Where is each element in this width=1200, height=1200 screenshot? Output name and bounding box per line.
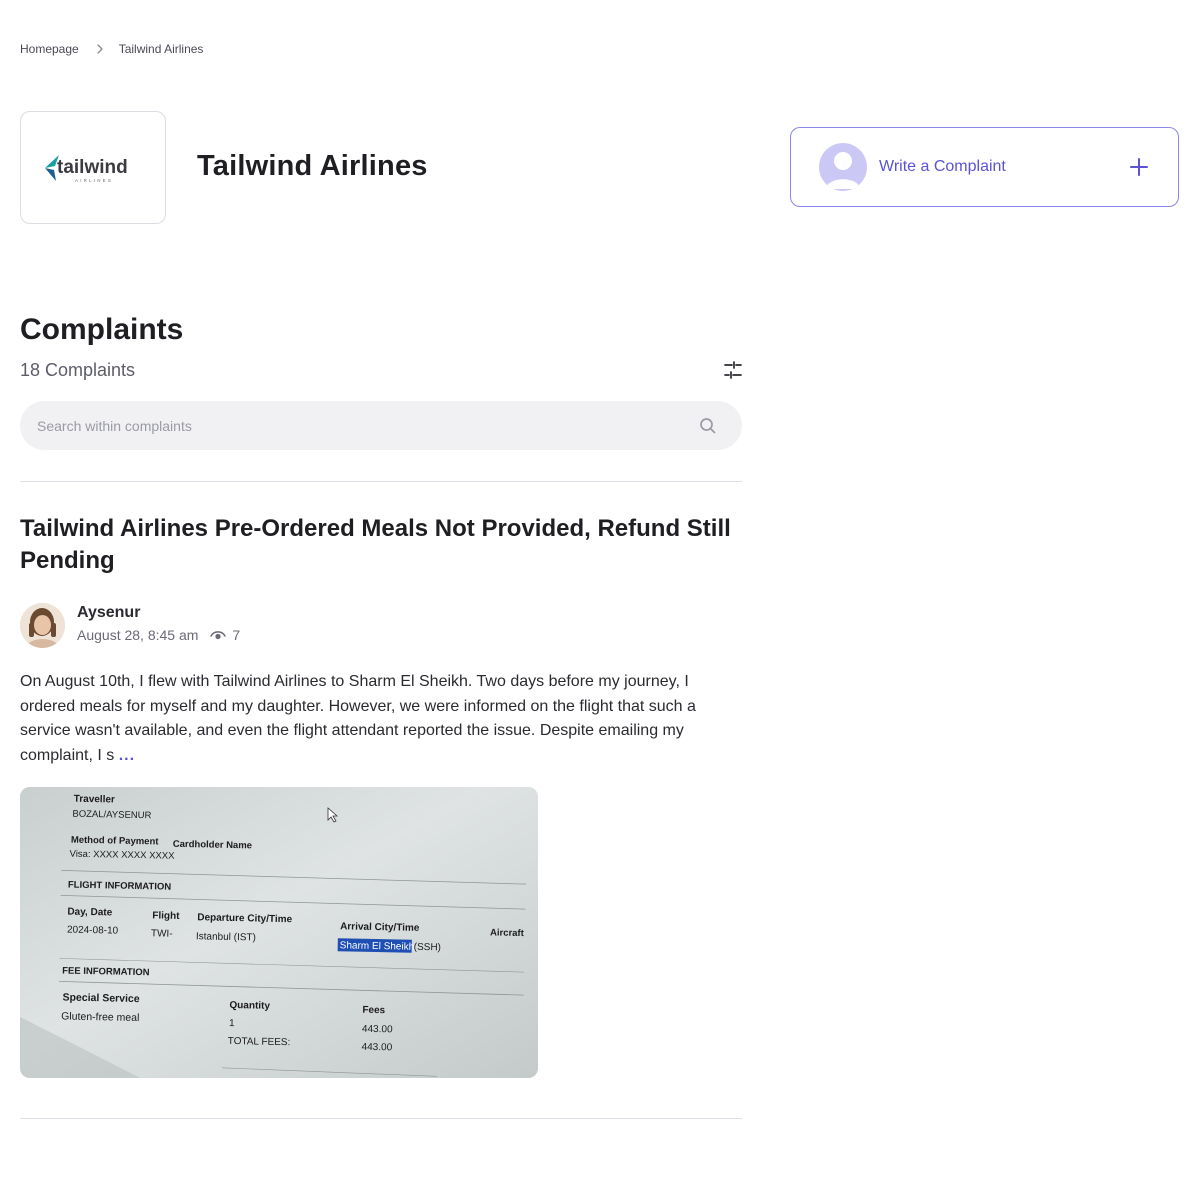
divider — [20, 481, 742, 482]
plus-icon — [1130, 158, 1148, 176]
svg-text:443.00: 443.00 — [362, 1024, 393, 1036]
complaint-meta: August 28, 8:45 am 7 — [77, 627, 240, 643]
breadcrumb-home-link[interactable]: Homepage — [20, 42, 79, 56]
search-bar — [20, 401, 742, 450]
brand-title: Tailwind Airlines — [197, 150, 428, 182]
svg-text:FEE INFORMATION: FEE INFORMATION — [62, 965, 150, 978]
svg-text:BOZAL/AYSENUR: BOZAL/AYSENUR — [72, 809, 151, 822]
svg-text:2024-08-10: 2024-08-10 — [67, 925, 119, 937]
divider — [20, 1118, 742, 1119]
sliders-icon[interactable] — [721, 358, 745, 382]
complaints-heading: Complaints — [20, 313, 184, 346]
complaint-title[interactable]: Tailwind Airlines Pre-Ordered Meals Not … — [20, 513, 742, 577]
complaint-attachment-image[interactable]: Traveller BOZAL/AYSENUR Method of Paymen… — [20, 787, 538, 1078]
search-input[interactable] — [37, 417, 698, 434]
breadcrumb: Homepage Tailwind Airlines — [20, 42, 203, 56]
svg-text:Visa: XXXX XXXX XXXX: Visa: XXXX XXXX XXXX — [69, 849, 175, 862]
svg-text:TWI-: TWI- — [151, 928, 173, 939]
svg-text:Cardholder Name: Cardholder Name — [173, 839, 252, 852]
read-more-button[interactable]: ... — [119, 747, 135, 764]
view-count: 7 — [232, 627, 241, 643]
svg-text:TOTAL FEES:: TOTAL FEES: — [228, 1036, 291, 1048]
svg-text:FLIGHT INFORMATION: FLIGHT INFORMATION — [68, 880, 172, 893]
chevron-right-icon — [97, 44, 103, 54]
breadcrumb-current: Tailwind Airlines — [118, 42, 204, 56]
complaints-count: 18 Complaints — [20, 360, 136, 380]
svg-text:Fees: Fees — [362, 1005, 385, 1016]
avatar[interactable] — [20, 603, 65, 648]
svg-text:Flight: Flight — [152, 910, 180, 922]
svg-text:Arrival City/Time: Arrival City/Time — [340, 921, 420, 934]
user-placeholder-icon — [819, 143, 867, 191]
svg-text:Gluten-free meal: Gluten-free meal — [61, 1010, 139, 1024]
svg-text:AIRLINES: AIRLINES — [75, 178, 113, 183]
tailwind-logo-icon: tailwind AIRLINES — [45, 154, 128, 183]
complaint-excerpt: On August 10th, I flew with Tailwind Air… — [20, 670, 742, 768]
svg-text:Departure City/Time: Departure City/Time — [197, 912, 292, 925]
svg-text:443.00: 443.00 — [361, 1042, 392, 1054]
brand-logo: tailwind AIRLINES — [20, 111, 166, 224]
svg-text:Special Service: Special Service — [62, 991, 139, 1005]
search-icon[interactable] — [698, 416, 718, 436]
svg-text:Traveller: Traveller — [74, 794, 115, 806]
author-name[interactable]: Aysenur — [77, 604, 140, 622]
complaint-date: August 28, 8:45 am — [77, 627, 199, 643]
svg-text:(SSH): (SSH) — [414, 942, 441, 954]
svg-text:Aircraft: Aircraft — [490, 927, 525, 939]
eye-icon — [210, 631, 227, 640]
svg-text:Sharm El Sheikh: Sharm El Sheikh — [340, 940, 415, 953]
svg-text:tailwind: tailwind — [57, 157, 128, 178]
write-complaint-label: Write a Complaint — [879, 158, 1006, 175]
write-complaint-button[interactable]: Write a Complaint — [790, 127, 1179, 207]
svg-text:1: 1 — [229, 1018, 235, 1029]
svg-text:Day, Date: Day, Date — [67, 907, 112, 919]
svg-text:Quantity: Quantity — [229, 1000, 270, 1012]
svg-text:Method of Payment: Method of Payment — [71, 835, 160, 848]
svg-text:Istanbul (IST): Istanbul (IST) — [196, 931, 256, 943]
